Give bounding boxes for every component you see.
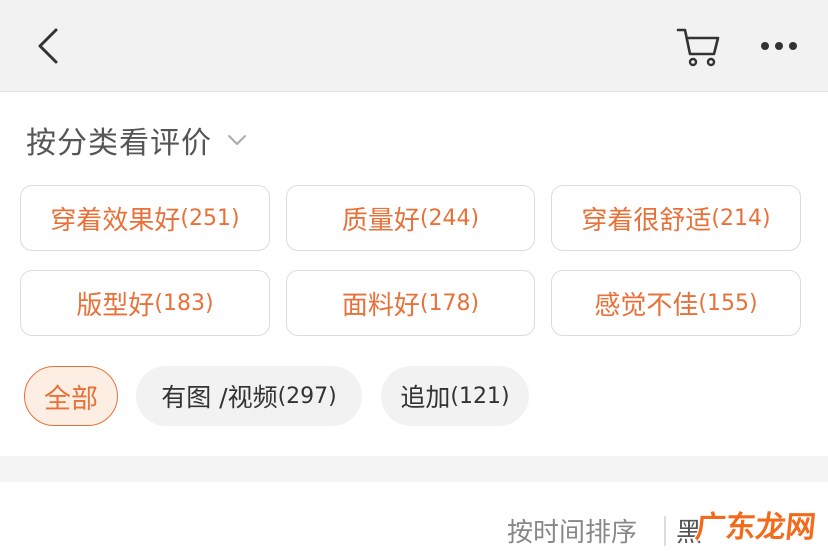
top-navigation-bar <box>0 0 828 92</box>
tag-fit[interactable]: 版型好 (183) <box>20 270 270 336</box>
tag-count: (214) <box>711 205 771 231</box>
watermark-text: 广东龙网 <box>693 510 818 545</box>
shopping-cart-icon <box>676 28 720 67</box>
more-dots-icon <box>761 42 797 50</box>
tag-count: (183) <box>154 290 214 316</box>
tag-count: (244) <box>419 205 480 231</box>
filter-name: 追加 <box>400 383 451 412</box>
section-divider <box>0 456 828 482</box>
tag-name: 穿着效果好 <box>50 205 181 236</box>
tag-count: (155) <box>698 290 758 316</box>
tag-quality[interactable]: 质量好 (244) <box>286 185 535 251</box>
back-button[interactable] <box>30 24 70 68</box>
filter-name: 全部 <box>44 383 98 415</box>
sort-by-time-button[interactable]: 按时间排序 <box>507 512 637 549</box>
tag-fabric[interactable]: 面料好 (178) <box>286 270 535 336</box>
cart-button[interactable] <box>676 24 722 68</box>
sort-separator <box>664 516 666 546</box>
tag-bad-feeling[interactable]: 感觉不佳 (155) <box>551 270 801 336</box>
sort-bar: 按时间排序 黑 广东龙网 <box>0 482 828 559</box>
filter-count: (297) <box>277 383 337 409</box>
filter-name: 有图 /视频 <box>161 383 278 412</box>
tag-name: 面料好 <box>341 290 420 321</box>
tag-count: (178) <box>419 290 480 316</box>
chevron-left-icon <box>38 28 58 64</box>
filter-count: (121) <box>450 383 510 409</box>
tag-wear-effect[interactable]: 穿着效果好 (251) <box>20 185 270 251</box>
tag-name: 版型好 <box>76 290 155 321</box>
tag-name: 穿着很舒适 <box>581 205 712 236</box>
filter-follow-up[interactable]: 追加 (121) <box>381 366 529 426</box>
chevron-down-icon <box>228 135 246 145</box>
filter-all[interactable]: 全部 <box>24 366 118 426</box>
tag-count: (251) <box>180 205 240 231</box>
tag-comfort[interactable]: 穿着很舒适 (214) <box>551 185 801 251</box>
tag-name: 感觉不佳 <box>594 290 699 321</box>
tag-name: 质量好 <box>341 205 420 236</box>
filter-with-media[interactable]: 有图 /视频 (297) <box>136 366 362 426</box>
category-filter-toggle[interactable]: 按分类看评价 <box>26 118 248 162</box>
section-title: 按分类看评价 <box>26 126 212 161</box>
more-options-button[interactable] <box>758 30 800 62</box>
